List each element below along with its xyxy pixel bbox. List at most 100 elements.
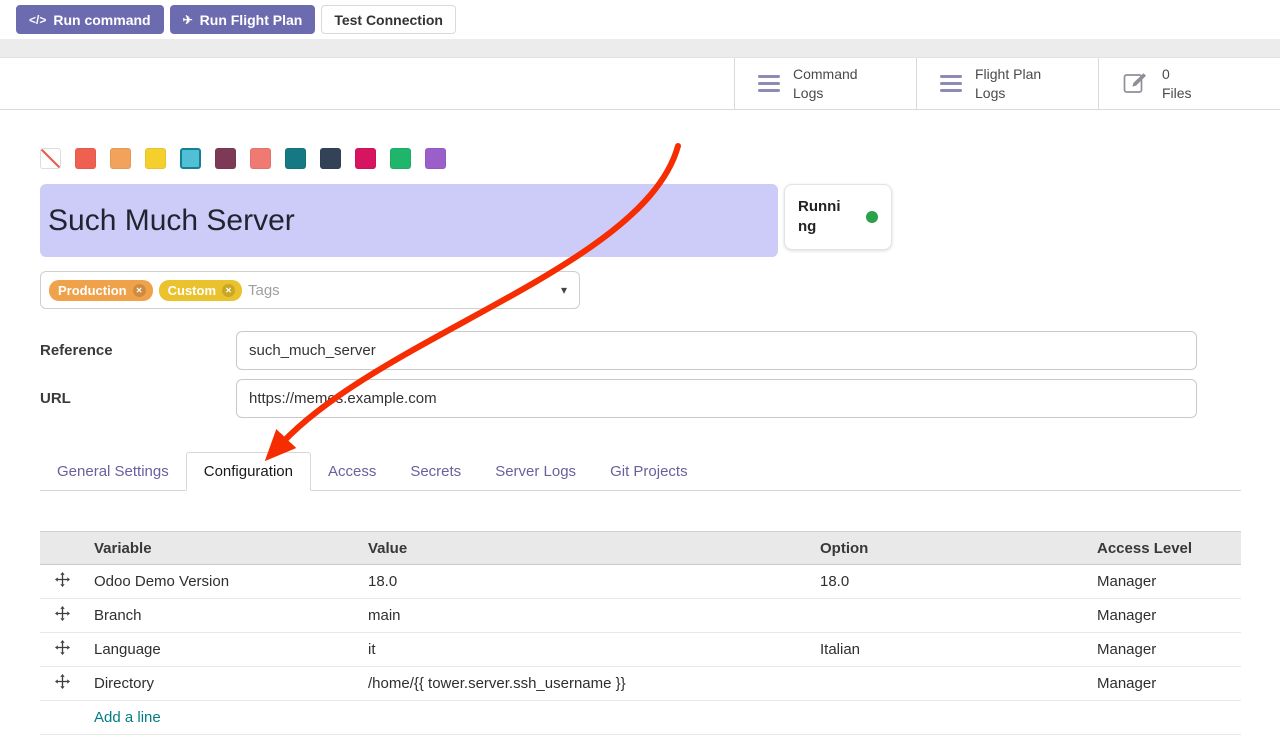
menu-lines-icon [940,71,962,96]
cell-variable: Branch [84,599,358,633]
files-button[interactable]: 0 Files [1098,58,1280,109]
title-row: Such Much Server Running [40,184,1241,257]
tab-general-settings[interactable]: General Settings [40,453,186,490]
cell-option [810,599,1087,633]
tab-server-logs[interactable]: Server Logs [478,453,593,490]
notebook-tabs: General Settings Configuration Access Se… [40,452,1241,491]
tab-access[interactable]: Access [311,453,393,490]
menu-lines-icon [758,71,780,96]
tab-git-projects[interactable]: Git Projects [593,453,705,490]
drag-handle-icon[interactable] [55,606,70,621]
add-line-link[interactable]: Add a line [94,709,161,726]
files-label: 0 Files [1162,65,1192,101]
cell-value: it [358,633,810,667]
stat-line: Files [1162,84,1192,102]
form-sheet: Command Logs Flight Plan Logs 0 Files [0,58,1280,735]
cell-variable: Language [84,633,358,667]
chevron-down-icon[interactable]: ▾ [561,283,567,297]
stat-line: Logs [975,84,1041,102]
stat-line: Logs [793,84,858,102]
table-row[interactable]: Branch main Manager [40,599,1241,633]
swatch-teal[interactable] [285,148,306,169]
edit-icon [1122,70,1149,97]
swatch-red[interactable] [75,148,96,169]
table-header-row: Variable Value Option Access Level [40,532,1241,565]
reference-input[interactable] [236,331,1197,370]
tags-select[interactable]: Production ✕ Custom ✕ Tags ▾ [40,271,580,309]
handle-column-header [40,532,84,565]
flight-plan-logs-label: Flight Plan Logs [975,65,1041,101]
cell-access-level: Manager [1087,599,1241,633]
test-connection-label: Test Connection [334,12,443,28]
swatch-orange[interactable] [110,148,131,169]
cell-variable: Directory [84,667,358,701]
color-picker [40,148,1241,169]
cell-value: /home/{{ tower.server.ssh_username }} [358,667,810,701]
reference-field-row: Reference [40,331,1241,370]
server-name-field[interactable]: Such Much Server [40,184,778,257]
run-flight-plan-button[interactable]: ✈ Run Flight Plan [170,5,316,34]
url-field-row: URL [40,379,1241,418]
tag-production: Production ✕ [49,280,153,301]
variable-column-header: Variable [84,532,358,565]
top-toolbar: </> Run command ✈ Run Flight Plan Test C… [0,0,1280,39]
cell-access-level: Manager [1087,633,1241,667]
page-background-strip [0,39,1280,58]
stat-value: 0 [1162,65,1192,83]
table-row[interactable]: Language it Italian Manager [40,633,1241,667]
status-button[interactable]: Running [784,184,892,250]
tag-label: Production [58,283,127,298]
cell-option: Italian [810,633,1087,667]
flight-plan-logs-button[interactable]: Flight Plan Logs [916,58,1098,109]
add-line-row: Add a line [40,701,1241,735]
cell-access-level: Manager [1087,667,1241,701]
tag-label: Custom [168,283,216,298]
remove-tag-icon[interactable]: ✕ [133,284,146,297]
form-content: Such Much Server Running Production ✕ Cu… [0,148,1280,735]
tab-configuration[interactable]: Configuration [186,452,311,491]
tag-custom: Custom ✕ [159,280,242,301]
stat-button-bar: Command Logs Flight Plan Logs 0 Files [0,58,1280,110]
table-row[interactable]: Odoo Demo Version 18.0 18.0 Manager [40,565,1241,599]
tab-secrets[interactable]: Secrets [393,453,478,490]
paper-plane-icon: ✈ [183,13,193,27]
remove-tag-icon[interactable]: ✕ [222,284,235,297]
stat-line: Command [793,65,858,83]
cell-option: 18.0 [810,565,1087,599]
swatch-no-color[interactable] [40,148,61,169]
value-column-header: Value [358,532,810,565]
swatch-yellow[interactable] [145,148,166,169]
swatch-salmon[interactable] [250,148,271,169]
drag-handle-icon[interactable] [55,674,70,689]
cell-value: 18.0 [358,565,810,599]
swatch-cyan[interactable] [180,148,201,169]
code-icon: </> [29,13,46,27]
test-connection-button[interactable]: Test Connection [321,5,456,34]
command-logs-button[interactable]: Command Logs [734,58,916,109]
swatch-purple[interactable] [425,148,446,169]
status-label: Running [798,197,846,238]
command-logs-label: Command Logs [793,65,858,101]
access-level-column-header: Access Level [1087,532,1241,565]
cell-option [810,667,1087,701]
url-label: URL [40,390,236,407]
status-dot [866,211,878,223]
tags-placeholder: Tags [248,282,280,299]
url-input[interactable] [236,379,1197,418]
cell-value: main [358,599,810,633]
run-command-button[interactable]: </> Run command [16,5,164,34]
configuration-variables-table: Variable Value Option Access Level Odoo … [40,531,1241,735]
option-column-header: Option [810,532,1087,565]
swatch-dark-purple[interactable] [215,148,236,169]
run-command-label: Run command [53,12,150,28]
cell-access-level: Manager [1087,565,1241,599]
swatch-dark-blue[interactable] [320,148,341,169]
run-flight-plan-label: Run Flight Plan [200,12,303,28]
server-name-text: Such Much Server [48,204,295,238]
drag-handle-icon[interactable] [55,572,70,587]
drag-handle-icon[interactable] [55,640,70,655]
swatch-fuchsia[interactable] [355,148,376,169]
table-row[interactable]: Directory /home/{{ tower.server.ssh_user… [40,667,1241,701]
cell-variable: Odoo Demo Version [84,565,358,599]
swatch-green[interactable] [390,148,411,169]
